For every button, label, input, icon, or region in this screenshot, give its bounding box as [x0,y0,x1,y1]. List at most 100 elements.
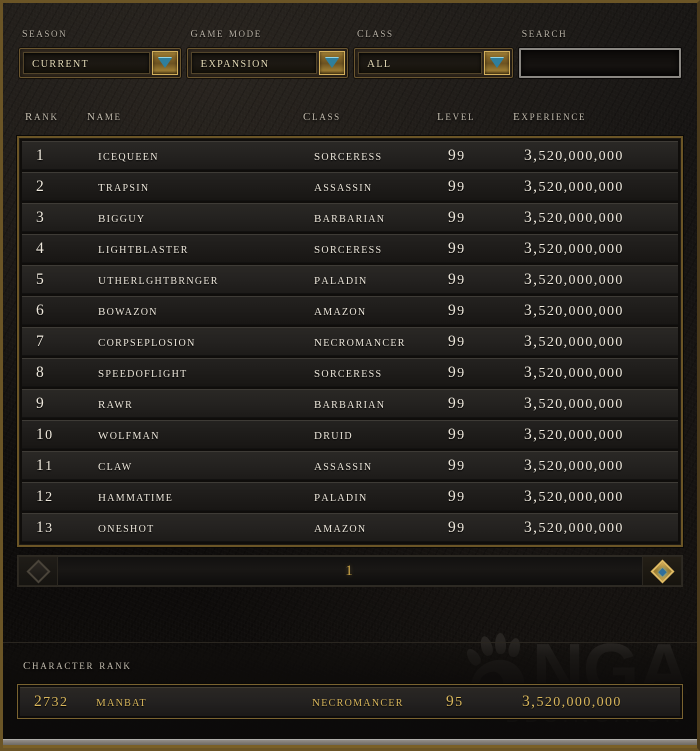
table-row[interactable]: 12 HammaTime Paladin 99 3,520,000,000 [22,482,678,511]
row-name: IceQueen [98,146,159,164]
row-experience: 3,520,000,000 [524,394,624,412]
table-row[interactable]: 2 Trapsin Assassin 99 3,520,000,000 [22,172,678,201]
row-level: 99 [448,301,466,319]
filter-search: Search [518,25,681,78]
column-header-name[interactable]: Name [87,108,303,125]
row-name: SpeedofLight [98,363,188,381]
game-mode-dropdown-value-box: Expansion [191,52,317,74]
row-experience: 3,520,000,000 [524,425,624,443]
prev-page-button[interactable] [18,556,58,586]
game-mode-dropdown-toggle[interactable] [318,51,345,75]
row-rank: 12 [36,487,54,505]
row-class: Sorceress [314,146,383,164]
table-row[interactable]: 6 Bowazon Amazon 99 3,520,000,000 [22,296,678,325]
row-level: 99 [448,425,466,443]
gem-icon [657,566,667,576]
row-experience: 3,520,000,000 [524,363,624,381]
row-experience: 3,520,000,000 [524,456,624,474]
row-name: Trapsin [98,177,150,195]
column-header-level[interactable]: Level [437,108,513,125]
row-experience: 3,520,000,000 [524,146,624,164]
filter-season-label: Season [22,25,68,41]
row-level: 99 [448,456,466,474]
window-content: Season Current Game Mode Expansion [3,3,697,587]
row-level: 99 [448,487,466,505]
row-name: BigGuy [98,208,146,226]
row-experience: 3,520,000,000 [524,208,624,226]
table-row[interactable]: 8 SpeedofLight Sorceress 99 3,520,000,000 [22,358,678,387]
filter-game-mode: Game Mode Expansion [187,25,348,78]
character-rank-level: 95 [446,693,464,710]
row-class: Paladin [314,487,368,505]
season-dropdown[interactable]: Current [19,48,182,78]
row-name: Wolfman [98,425,160,443]
character-rank-name: Manbat [96,693,147,710]
chevron-down-icon [489,58,504,68]
row-level: 99 [448,146,466,164]
leaderboard-window: NGA BBS.NGA.CN Season Current Game Mode [0,0,700,751]
chevron-left-icon [25,558,51,584]
season-dropdown-toggle[interactable] [152,51,179,75]
row-experience: 3,520,000,000 [524,487,624,505]
game-mode-dropdown[interactable]: Expansion [187,48,348,78]
row-rank: 7 [36,332,46,350]
row-name: Claw [98,456,133,474]
row-class: Barbarian [314,208,386,226]
season-dropdown-value: Current [32,54,90,71]
row-name: CorpsePlosion [98,332,196,350]
row-rank: 1 [36,146,46,164]
row-level: 99 [448,177,466,195]
search-input[interactable] [520,50,679,76]
row-class: Druid [314,425,353,443]
row-level: 99 [448,394,466,412]
search-box[interactable] [518,48,681,78]
table-row[interactable]: 10 Wolfman Druid 99 3,520,000,000 [22,420,678,449]
filter-class: Class All [353,25,513,78]
filter-game-mode-label: Game Mode [190,25,262,41]
table-header-row: Rank Name Class Level Experience [21,102,679,130]
table-row[interactable]: 9 Rawr Barbarian 99 3,520,000,000 [22,389,678,418]
column-header-experience[interactable]: Experience [513,108,679,125]
row-level: 99 [448,518,466,536]
row-level: 99 [448,208,466,226]
row-rank: 11 [36,456,54,474]
page-indicator: 1 [58,556,642,586]
class-dropdown-value: All [366,54,392,71]
filter-search-label: Search [521,25,568,41]
filter-season: Season Current [19,25,182,78]
row-class: Barbarian [314,394,386,412]
filter-class-label: Class [356,25,394,41]
column-header-class[interactable]: Class [303,108,437,125]
row-name: HammaTime [98,487,174,505]
table-row[interactable]: 11 Claw Assassin 99 3,520,000,000 [22,451,678,480]
row-class: Sorceress [314,363,383,381]
table-row[interactable]: 7 CorpsePlosion Necromancer 99 3,520,000,000 [22,327,678,356]
table-row[interactable]: 13 OneShot Amazon 99 3,520,000,000 [22,513,678,542]
class-dropdown-value-box: All [357,52,482,74]
game-mode-dropdown-value: Expansion [200,54,270,71]
class-dropdown-toggle[interactable] [483,51,510,75]
character-rank-class: Necromancer [312,693,404,710]
table-row[interactable]: 3 BigGuy Barbarian 99 3,520,000,000 [22,203,678,232]
character-rank-frame: 2732 Manbat Necromancer 95 3,520,000,000 [17,684,683,719]
table-row[interactable]: 4 Lightblaster Sorceress 99 3,520,000,000 [22,234,678,263]
next-page-button[interactable] [642,556,682,586]
class-dropdown[interactable]: All [353,48,513,78]
row-experience: 3,520,000,000 [524,177,624,195]
character-rank-row[interactable]: 2732 Manbat Necromancer 95 3,520,000,000 [20,687,680,716]
row-class: Assassin [314,177,373,195]
row-experience: 3,520,000,000 [524,301,624,319]
row-class: Amazon [314,518,367,536]
row-name: UtherLghtbrnger [98,270,219,288]
row-rank: 5 [36,270,46,288]
row-experience: 3,520,000,000 [524,270,624,288]
row-class: Amazon [314,301,367,319]
row-experience: 3,520,000,000 [524,518,624,536]
row-level: 99 [448,363,466,381]
table-row[interactable]: 1 IceQueen Sorceress 99 3,520,000,000 [22,141,678,170]
table-row[interactable]: 5 UtherLghtbrnger Paladin 99 3,520,000,000 [22,265,678,294]
row-name: Rawr [98,394,134,412]
row-rank: 4 [36,239,46,257]
column-header-rank[interactable]: Rank [21,108,87,125]
row-name: Lightblaster [98,239,189,257]
